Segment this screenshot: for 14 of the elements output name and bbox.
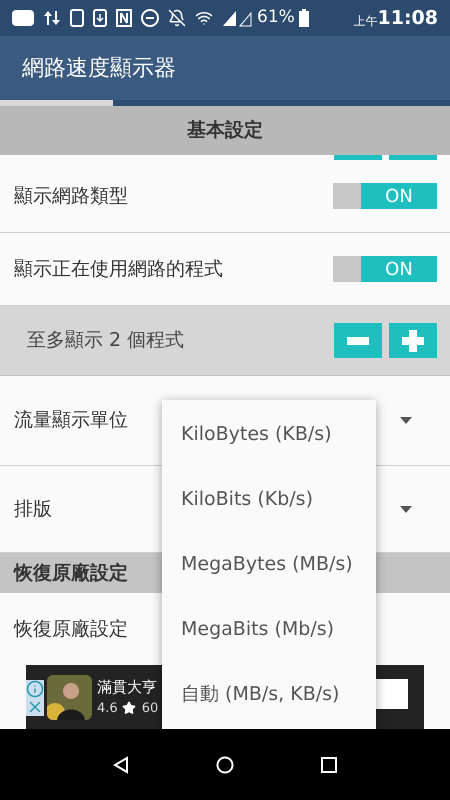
setting-label: 排版 bbox=[14, 496, 52, 522]
battery-percent: 61% bbox=[257, 6, 295, 30]
time-period: 上午 bbox=[354, 13, 378, 30]
clock-time: 11:08 bbox=[378, 6, 438, 31]
setting-label: 至多顯示 2 個程式 bbox=[27, 328, 184, 354]
ad-rating: 4.6 bbox=[97, 700, 118, 718]
setting-label: 顯示正在使用網路的程式 bbox=[14, 256, 223, 282]
ad-title: 滿貫大亨 bbox=[97, 677, 158, 698]
setting-label: 流量顯示單位 bbox=[14, 408, 128, 434]
setting-label: 顯示網路類型 bbox=[14, 184, 128, 209]
setting-label: 恢復原廠設定 bbox=[14, 616, 128, 642]
ad-count: 60 bbox=[142, 700, 158, 718]
section-header: 基本設定 bbox=[0, 106, 450, 155]
app-title: 網路速度顯示器 bbox=[22, 54, 176, 82]
